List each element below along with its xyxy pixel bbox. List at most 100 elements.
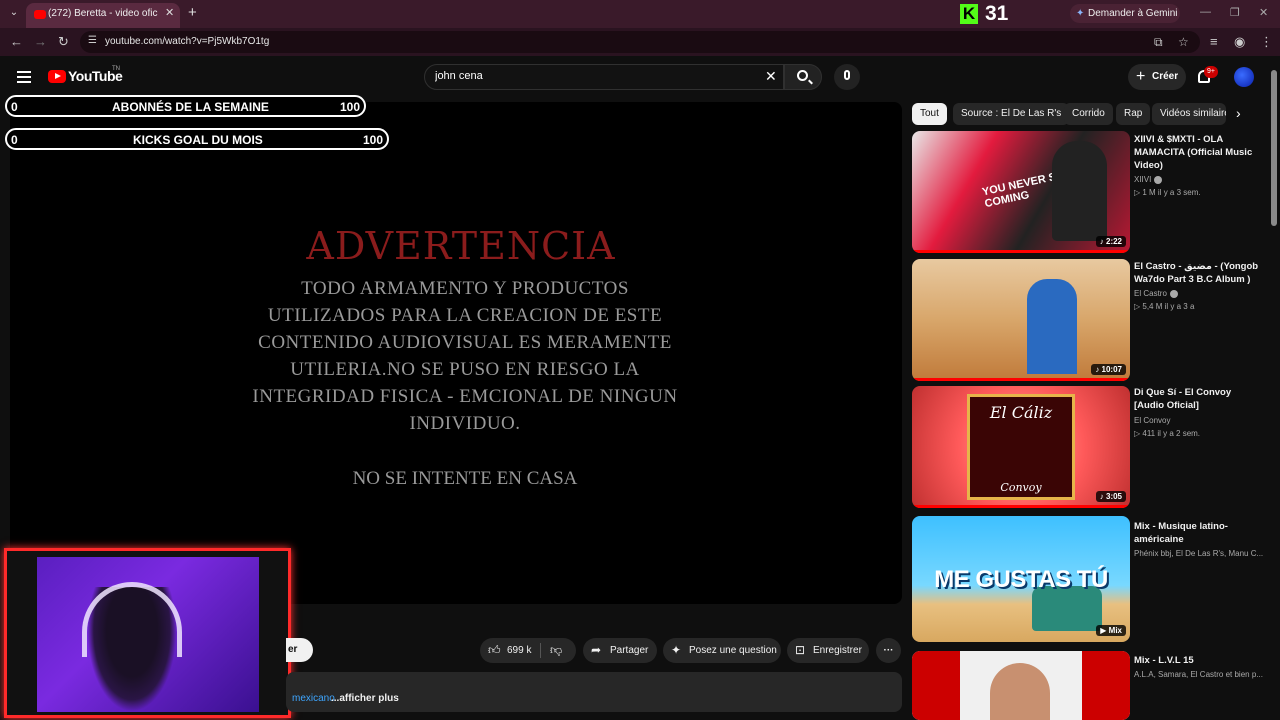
kick-logo-icon: K (960, 4, 978, 24)
notification-badge: 9+ (1204, 66, 1218, 78)
more-actions-button[interactable]: ··· (876, 638, 901, 663)
voice-search-button[interactable] (834, 64, 860, 90)
like-dislike-group: 👍︎ 699 k 👎︎ (480, 638, 576, 663)
dislike-thumb-icon[interactable]: 👎︎ (550, 638, 562, 663)
thumbnail-text: ME GUSTAS TÚ (934, 566, 1108, 593)
back-arrow-icon[interactable]: ← (10, 34, 23, 49)
browser-address-bar: ← → ↻ ☰ youtube.com/watch?v=Pj5Wkb7O1tg … (0, 28, 1280, 56)
kick-viewer-count: 31 (985, 2, 1009, 25)
video-warning-line: TODO ARMAMENTO Y PRODUCTOS (301, 278, 629, 299)
search-button[interactable] (784, 64, 822, 90)
profile-icon[interactable]: ◉ (1234, 34, 1245, 50)
duration-badge: ♪ 10:07 (1091, 364, 1126, 375)
install-app-icon[interactable]: ⧉ (1154, 35, 1163, 50)
rec-title[interactable]: El Castro - مضيق - (Yongob Wa7do Part 3 … (1134, 260, 1262, 286)
reload-icon[interactable]: ↻ (58, 34, 69, 50)
show-more-link[interactable]: ...afficher plus (331, 693, 399, 704)
share-label: Partager (610, 645, 649, 656)
search-input[interactable] (435, 70, 755, 82)
minimize-icon[interactable]: — (1200, 6, 1211, 18)
ask-question-button[interactable]: ✦ Posez une question (663, 638, 781, 663)
page-scrollbar[interactable] (1271, 70, 1277, 226)
gemini-button[interactable]: ✦ Demander à Gemini (1070, 4, 1180, 23)
rec-thumbnail[interactable]: El Cáliz Convoy ♪ 3:05 (912, 386, 1130, 508)
bookmark-star-icon[interactable]: ☆ (1178, 35, 1189, 49)
chip-similar-videos[interactable]: Vidéos similaires (1152, 103, 1226, 125)
rec-thumbnail[interactable]: ♪ 10:07 (912, 259, 1130, 381)
bookmark-icon: ⊡ (795, 643, 806, 657)
rec-channel[interactable]: El Convoy (1134, 416, 1170, 425)
window-close-icon[interactable]: ✕ (1259, 6, 1268, 19)
ask-label: Posez une question (689, 645, 777, 656)
thumbnail-subtitle: Convoy (1000, 481, 1042, 494)
chip-rap[interactable]: Rap (1116, 103, 1151, 125)
reading-list-icon[interactable]: ≡ (1210, 34, 1218, 49)
mix-badge: ▶ Mix (1096, 625, 1126, 636)
gemini-label: Demander à Gemini (1088, 8, 1178, 19)
clear-search-icon[interactable]: ✕ (765, 68, 777, 85)
description-box[interactable]: mexicano ...afficher plus (286, 672, 902, 712)
rec-title[interactable]: XIIVI & $MXTI - OLA MAMACITA (Official M… (1134, 133, 1262, 172)
rec-thumbnail[interactable]: ME GUSTAS TÚ ▶ Mix (912, 516, 1130, 642)
video-warning-footer: NO SE INTENTE EN CASA (352, 468, 578, 489)
share-arrow-icon: ➦ (591, 643, 602, 657)
verified-badge-icon (1154, 175, 1163, 184)
maximize-icon[interactable]: ❐ (1230, 6, 1240, 19)
watch-progress-bar (912, 505, 1130, 508)
forward-arrow-icon[interactable]: → (34, 34, 47, 49)
share-button[interactable]: ➦ Partager (583, 638, 657, 663)
rec-channel-name: El Castro (1134, 289, 1167, 298)
tab-title: (272) Beretta - video oficial - YouTube (48, 8, 158, 19)
rec-title[interactable]: Mix - L.V.L 15 (1134, 654, 1262, 667)
rec-meta: ▷ 5,4 M il y a 3 a (1134, 302, 1195, 311)
subscribe-button[interactable]: er (286, 638, 313, 662)
rec-thumbnail[interactable] (912, 651, 1130, 720)
video-player[interactable]: ADVERTENCIA TODO ARMAMENTO Y PRODUCTOS U… (10, 102, 902, 604)
create-label: Créer (1152, 71, 1179, 82)
description-hashtag[interactable]: mexicano (292, 693, 335, 704)
chip-corrido[interactable]: Corrido (1064, 103, 1113, 125)
webcam-feed (37, 557, 259, 712)
subs-goal-bar: 0 ABONNÉS DE LA SEMAINE 100 (5, 95, 366, 117)
rec-channel[interactable]: El Castro (1134, 289, 1178, 298)
search-icon (797, 70, 808, 81)
video-warning-line: CONTENIDO AUDIOVISUAL ES MERAMENTE (258, 332, 672, 353)
rec-meta: ▷ 411 il y a 2 sem. (1134, 429, 1201, 438)
rec-channel-name: XIIVI (1134, 175, 1152, 184)
duration-badge: ♪ 3:05 (1095, 491, 1126, 502)
chips-next-chevron-icon[interactable]: › (1236, 105, 1241, 121)
chip-source[interactable]: Source : El De Las R's (953, 103, 1070, 125)
youtube-logo-icon[interactable] (48, 70, 66, 83)
watch-progress-bar (912, 250, 1130, 253)
rec-title[interactable]: Di Que Sí - El Convoy [Audio Oficial] (1134, 386, 1262, 412)
rec-channel[interactable]: A.L.A, Samara, El Castro et bien p... (1134, 670, 1263, 679)
like-count[interactable]: 699 k (507, 638, 531, 663)
youtube-favicon-icon (34, 10, 46, 19)
chip-all[interactable]: Tout (912, 103, 947, 125)
browser-tab[interactable]: (272) Beretta - video oficial - YouTube … (26, 3, 180, 28)
video-warning-line: UTILIZADOS PARA LA CREACION DE ESTE (267, 305, 663, 326)
rec-meta: ▷ 1 M il y a 3 sem. (1134, 188, 1201, 197)
tab-search-icon[interactable]: ⌄ (6, 5, 22, 21)
goal-end: 100 (339, 100, 360, 114)
rec-channel[interactable]: XIIVI (1134, 175, 1163, 184)
save-button[interactable]: ⊡ Enregistrer (787, 638, 869, 663)
hamburger-menu-icon[interactable] (17, 71, 31, 83)
like-thumb-icon[interactable]: 👍︎ (488, 638, 501, 663)
rec-thumbnail[interactable]: YOU NEVER SEEN IT COMING ♪ 2:22 (912, 131, 1130, 253)
sparkle-icon: ✦ (671, 643, 682, 657)
site-info-icon[interactable]: ☰ (88, 35, 97, 46)
rec-channel[interactable]: Phénix bbj, El De Las R's, Manu C... (1134, 549, 1263, 558)
account-avatar[interactable] (1234, 67, 1254, 87)
url-field[interactable]: ☰ youtube.com/watch?v=Pj5Wkb7O1tg ⧉ ☆ (80, 31, 1200, 53)
search-box: ✕ (424, 64, 784, 90)
rec-title[interactable]: Mix - Musique latino-américaine (1134, 520, 1262, 546)
create-button[interactable]: + Créer (1128, 64, 1186, 90)
browser-menu-icon[interactable]: ⋮ (1260, 34, 1273, 50)
gemini-sparkle-icon: ✦ (1076, 8, 1085, 19)
microphone-icon (844, 70, 850, 80)
tab-close-icon[interactable]: ✕ (165, 6, 174, 19)
kicks-goal-bar: 0 KICKS GOAL DU MOIS 100 (5, 128, 389, 150)
goal-label: KICKS GOAL DU MOIS (133, 133, 263, 147)
new-tab-button[interactable]: + (188, 4, 197, 21)
